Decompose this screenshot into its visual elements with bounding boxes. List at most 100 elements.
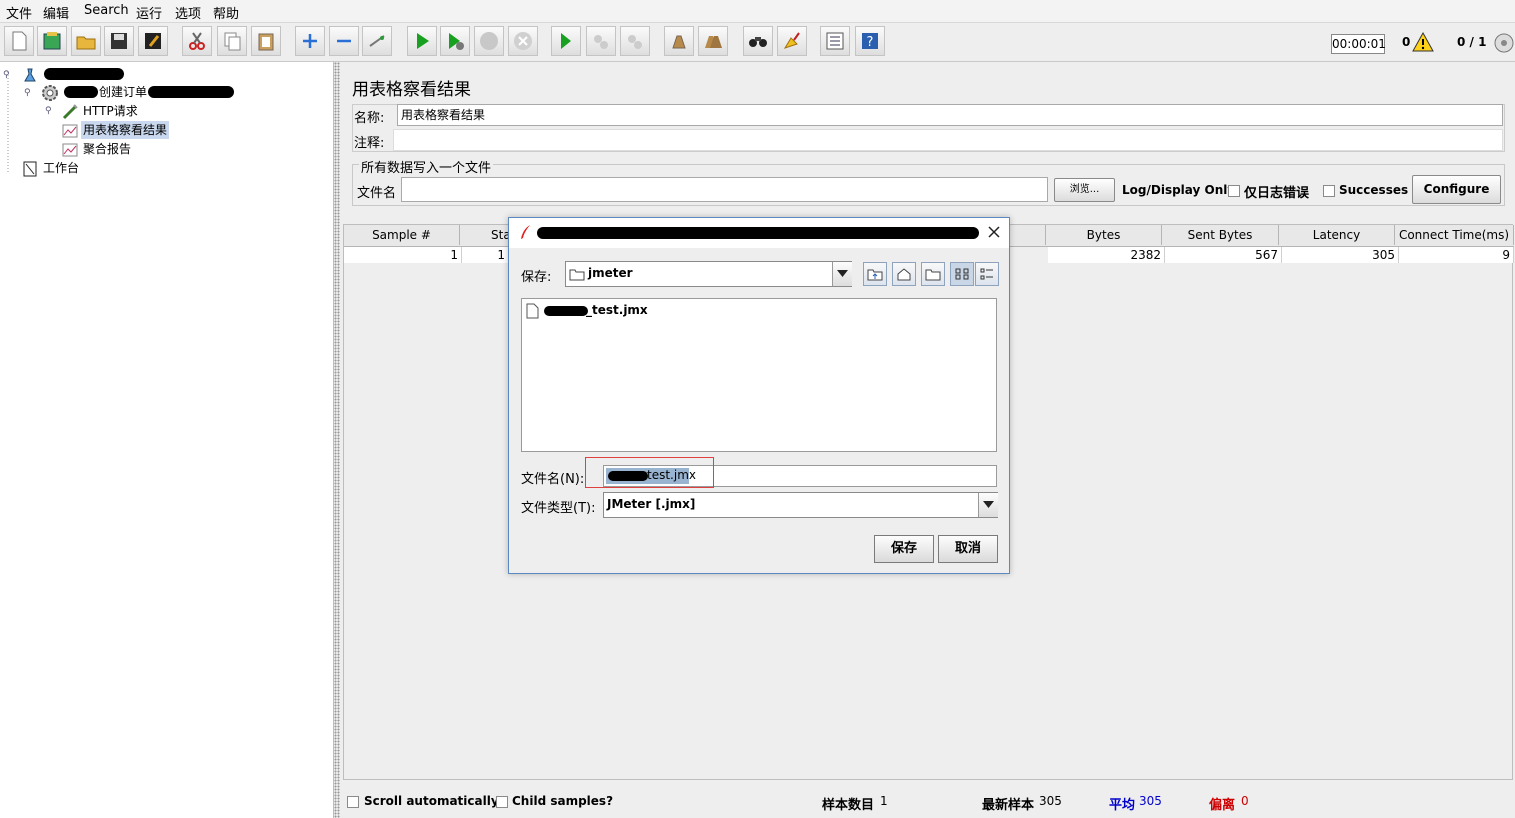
file-name: _test.jmx [586, 303, 648, 317]
svg-text:?: ? [867, 35, 874, 50]
filetype-select[interactable]: JMeter [.jmx] [603, 492, 998, 518]
tree-node-thread-group[interactable]: 创建订单 [99, 83, 147, 101]
paste-clipboard-icon [258, 33, 274, 51]
column-header-latency[interactable]: Latency [1279, 225, 1395, 245]
redacted-file-prefix [544, 306, 588, 316]
scroll-auto-checkbox[interactable] [347, 796, 359, 808]
successes-checkbox[interactable] [1323, 185, 1335, 197]
sample-count-label: 样本数目 [822, 798, 875, 813]
details-view-button[interactable] [975, 262, 999, 286]
child-samples-label: Child samples? [512, 794, 614, 808]
open-button[interactable] [71, 26, 101, 56]
broom-all-icon [705, 36, 722, 48]
new-file-icon [12, 31, 27, 51]
column-header-sent-bytes[interactable]: Sent Bytes [1162, 225, 1279, 245]
grid-view-icon [955, 268, 969, 280]
reset-search-button[interactable] [777, 26, 807, 56]
clear-button[interactable] [664, 26, 694, 56]
function-helper-button[interactable] [820, 26, 850, 56]
warning-count: 0 [1402, 35, 1411, 49]
save-as-button[interactable] [138, 26, 168, 56]
play-icon [417, 33, 429, 49]
menu-help[interactable]: 帮助 [213, 3, 239, 22]
child-samples-checkbox[interactable] [496, 796, 508, 808]
column-header-sample[interactable]: Sample # [344, 225, 460, 245]
column-header-connect-time[interactable]: Connect Time(ms) [1395, 225, 1514, 245]
tree-node-workbench[interactable]: 工作台 [43, 159, 79, 177]
cell-sample: 1 [344, 247, 462, 263]
list-icon [826, 32, 844, 50]
cut-scissors-icon [189, 32, 205, 50]
dialog-cancel-button[interactable]: 取消 [938, 535, 998, 563]
help-button[interactable]: ? [855, 26, 885, 56]
split-pane-divider[interactable] [334, 62, 340, 818]
close-icon[interactable] [987, 225, 1001, 239]
collapse-button[interactable] [329, 26, 359, 56]
cut-button[interactable] [182, 26, 212, 56]
latest-sample-value: 305 [1039, 794, 1062, 808]
filetype-dropdown-arrow[interactable] [978, 493, 998, 517]
tree-toggle-icon[interactable]: ⚲ [45, 106, 52, 116]
tree-node-http-request[interactable]: HTTP请求 [83, 102, 138, 120]
comment-field[interactable] [393, 129, 1503, 151]
tree-toggle-icon[interactable]: ⚲ [24, 88, 31, 98]
redacted-thread-suffix [148, 86, 234, 98]
warning-icon[interactable] [1412, 32, 1434, 52]
clear-all-button[interactable] [698, 26, 728, 56]
browse-button[interactable]: 浏览... [1054, 178, 1115, 202]
binoculars-icon [749, 37, 767, 47]
errors-only-checkbox[interactable] [1228, 185, 1240, 197]
cell-bytes: 2382 [1048, 247, 1165, 263]
templates-button[interactable] [37, 26, 67, 56]
tree-node-aggregate-report[interactable]: 聚合报告 [83, 140, 131, 158]
folder-name: jmeter [588, 266, 633, 280]
start-no-pauses-button[interactable] [440, 26, 470, 56]
list-item[interactable]: _test.jmx [526, 302, 726, 320]
scroll-auto-label: Scroll automatically? [364, 794, 506, 808]
remote-start-button[interactable] [551, 26, 581, 56]
plus-icon [303, 34, 317, 48]
list-view-button[interactable] [950, 262, 974, 286]
configure-button[interactable]: Configure [1412, 175, 1501, 204]
menu-search[interactable]: Search [84, 3, 129, 18]
reset-broom-icon [783, 32, 800, 49]
save-in-label: 保存: [521, 270, 552, 285]
stop-button[interactable] [474, 26, 504, 56]
name-field[interactable]: 用表格察看结果 [397, 104, 1503, 126]
minus-icon [337, 39, 351, 43]
paste-button[interactable] [251, 26, 281, 56]
menu-run[interactable]: 运行 [136, 3, 162, 22]
tree-toggle-icon[interactable]: ⚲ [3, 70, 10, 80]
name-label: 名称: [354, 111, 385, 126]
thread-count: 0 / 1 [1457, 35, 1487, 49]
remote-stop-button[interactable] [586, 26, 616, 56]
deviation-value: 0 [1241, 794, 1249, 808]
open-folder-icon [76, 36, 96, 50]
new-folder-button[interactable] [921, 262, 945, 286]
home-button[interactable] [892, 262, 916, 286]
menu-options[interactable]: 选项 [175, 3, 201, 22]
new-button[interactable] [4, 26, 34, 56]
start-button[interactable] [407, 26, 437, 56]
filename-input[interactable] [401, 177, 1048, 202]
dialog-save-button[interactable]: 保存 [874, 535, 934, 563]
deviation-label: 偏离 [1209, 798, 1236, 813]
expand-button[interactable] [295, 26, 325, 56]
column-header-bytes[interactable]: Bytes [1046, 225, 1162, 245]
tree-node-table-results[interactable]: 用表格察看结果 [81, 121, 170, 139]
folder-icon [569, 269, 585, 281]
save-in-select[interactable]: jmeter [565, 261, 852, 287]
toggle-button[interactable] [362, 26, 392, 56]
menu-file[interactable]: 文件 [6, 3, 32, 22]
menu-edit[interactable]: 编辑 [43, 3, 69, 22]
tree-node-label: 用表格察看结果 [83, 123, 168, 137]
up-folder-button[interactable] [863, 262, 887, 286]
folder-dropdown-arrow[interactable] [832, 262, 852, 286]
save-button[interactable] [104, 26, 134, 56]
listener-chart-icon [62, 143, 78, 157]
copy-button[interactable] [217, 26, 247, 56]
search-button[interactable] [743, 26, 773, 56]
tree-node-label: 聚合报告 [83, 142, 132, 156]
shutdown-button[interactable] [508, 26, 538, 56]
remote-shutdown-button[interactable] [620, 26, 650, 56]
